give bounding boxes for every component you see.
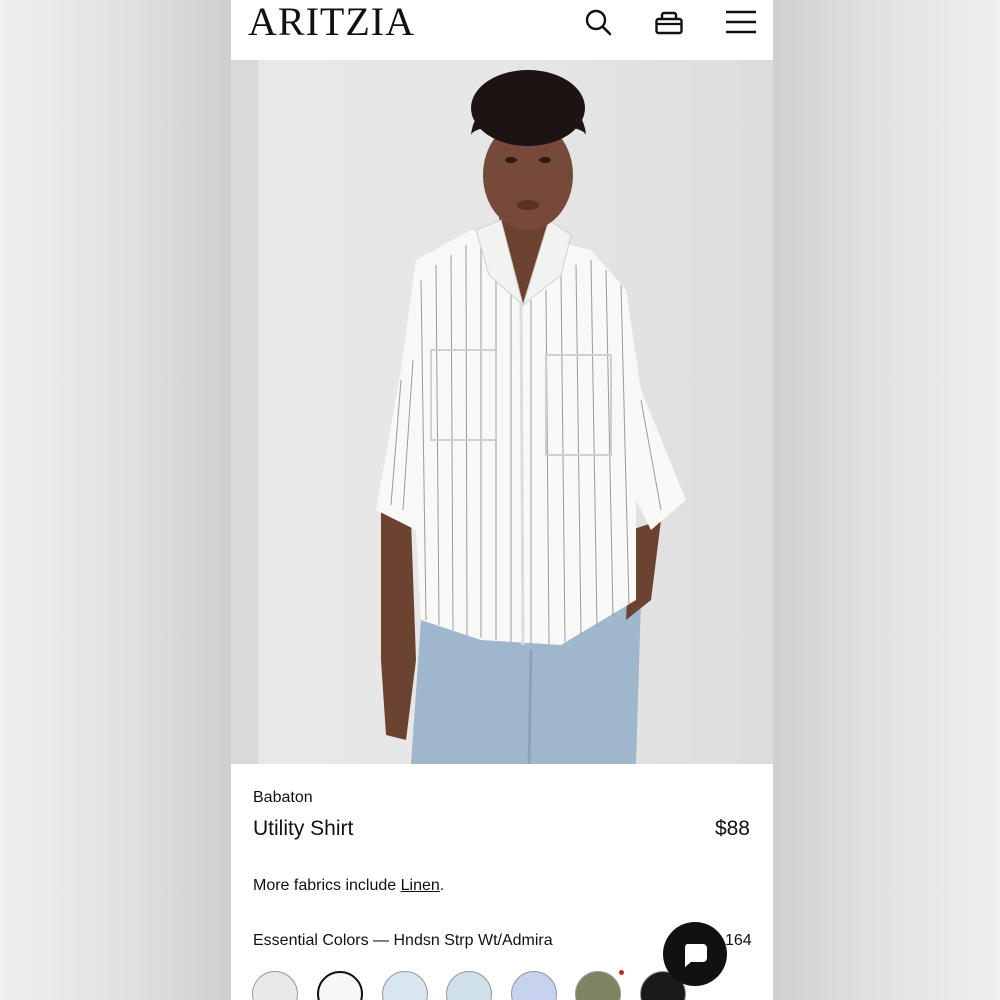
swatch-white[interactable] [317, 971, 363, 1000]
phone-screen: ARITZIA Babaton Utility Shirt $88 More f… [231, 0, 773, 1000]
header: ARITZIA [231, 0, 773, 60]
swatch-light-blue[interactable] [446, 971, 492, 1000]
swatch-blue-stripe[interactable] [511, 971, 557, 1000]
linen-link[interactable]: Linen [401, 877, 440, 894]
chat-button[interactable] [663, 922, 727, 986]
swatch-pale-blue[interactable] [382, 971, 428, 1000]
colors-label: Essential Colors — Hndsn Strp Wt/Admira [253, 932, 553, 949]
swatch-olive[interactable] [575, 971, 621, 1000]
fabrics-note: More fabrics include Linen. [253, 877, 444, 895]
product-price: $88 [714, 817, 750, 840]
fabrics-suffix: . [439, 877, 445, 894]
new-indicator [619, 970, 624, 975]
swatch-light-grey[interactable] [252, 971, 298, 1000]
chat-icon [684, 944, 707, 967]
colors-count: 164 [725, 932, 752, 949]
bag-icon[interactable] [653, 6, 685, 38]
product-name: Utility Shirt [253, 817, 354, 840]
search-icon[interactable] [582, 6, 614, 38]
model-photo [376, 70, 686, 764]
product-brand[interactable]: Babaton [253, 789, 313, 807]
fabrics-prefix: More fabrics include [253, 877, 401, 894]
menu-icon[interactable] [725, 6, 757, 38]
product-image[interactable] [231, 60, 773, 764]
aritzia-logo[interactable]: ARITZIA [248, 0, 415, 44]
